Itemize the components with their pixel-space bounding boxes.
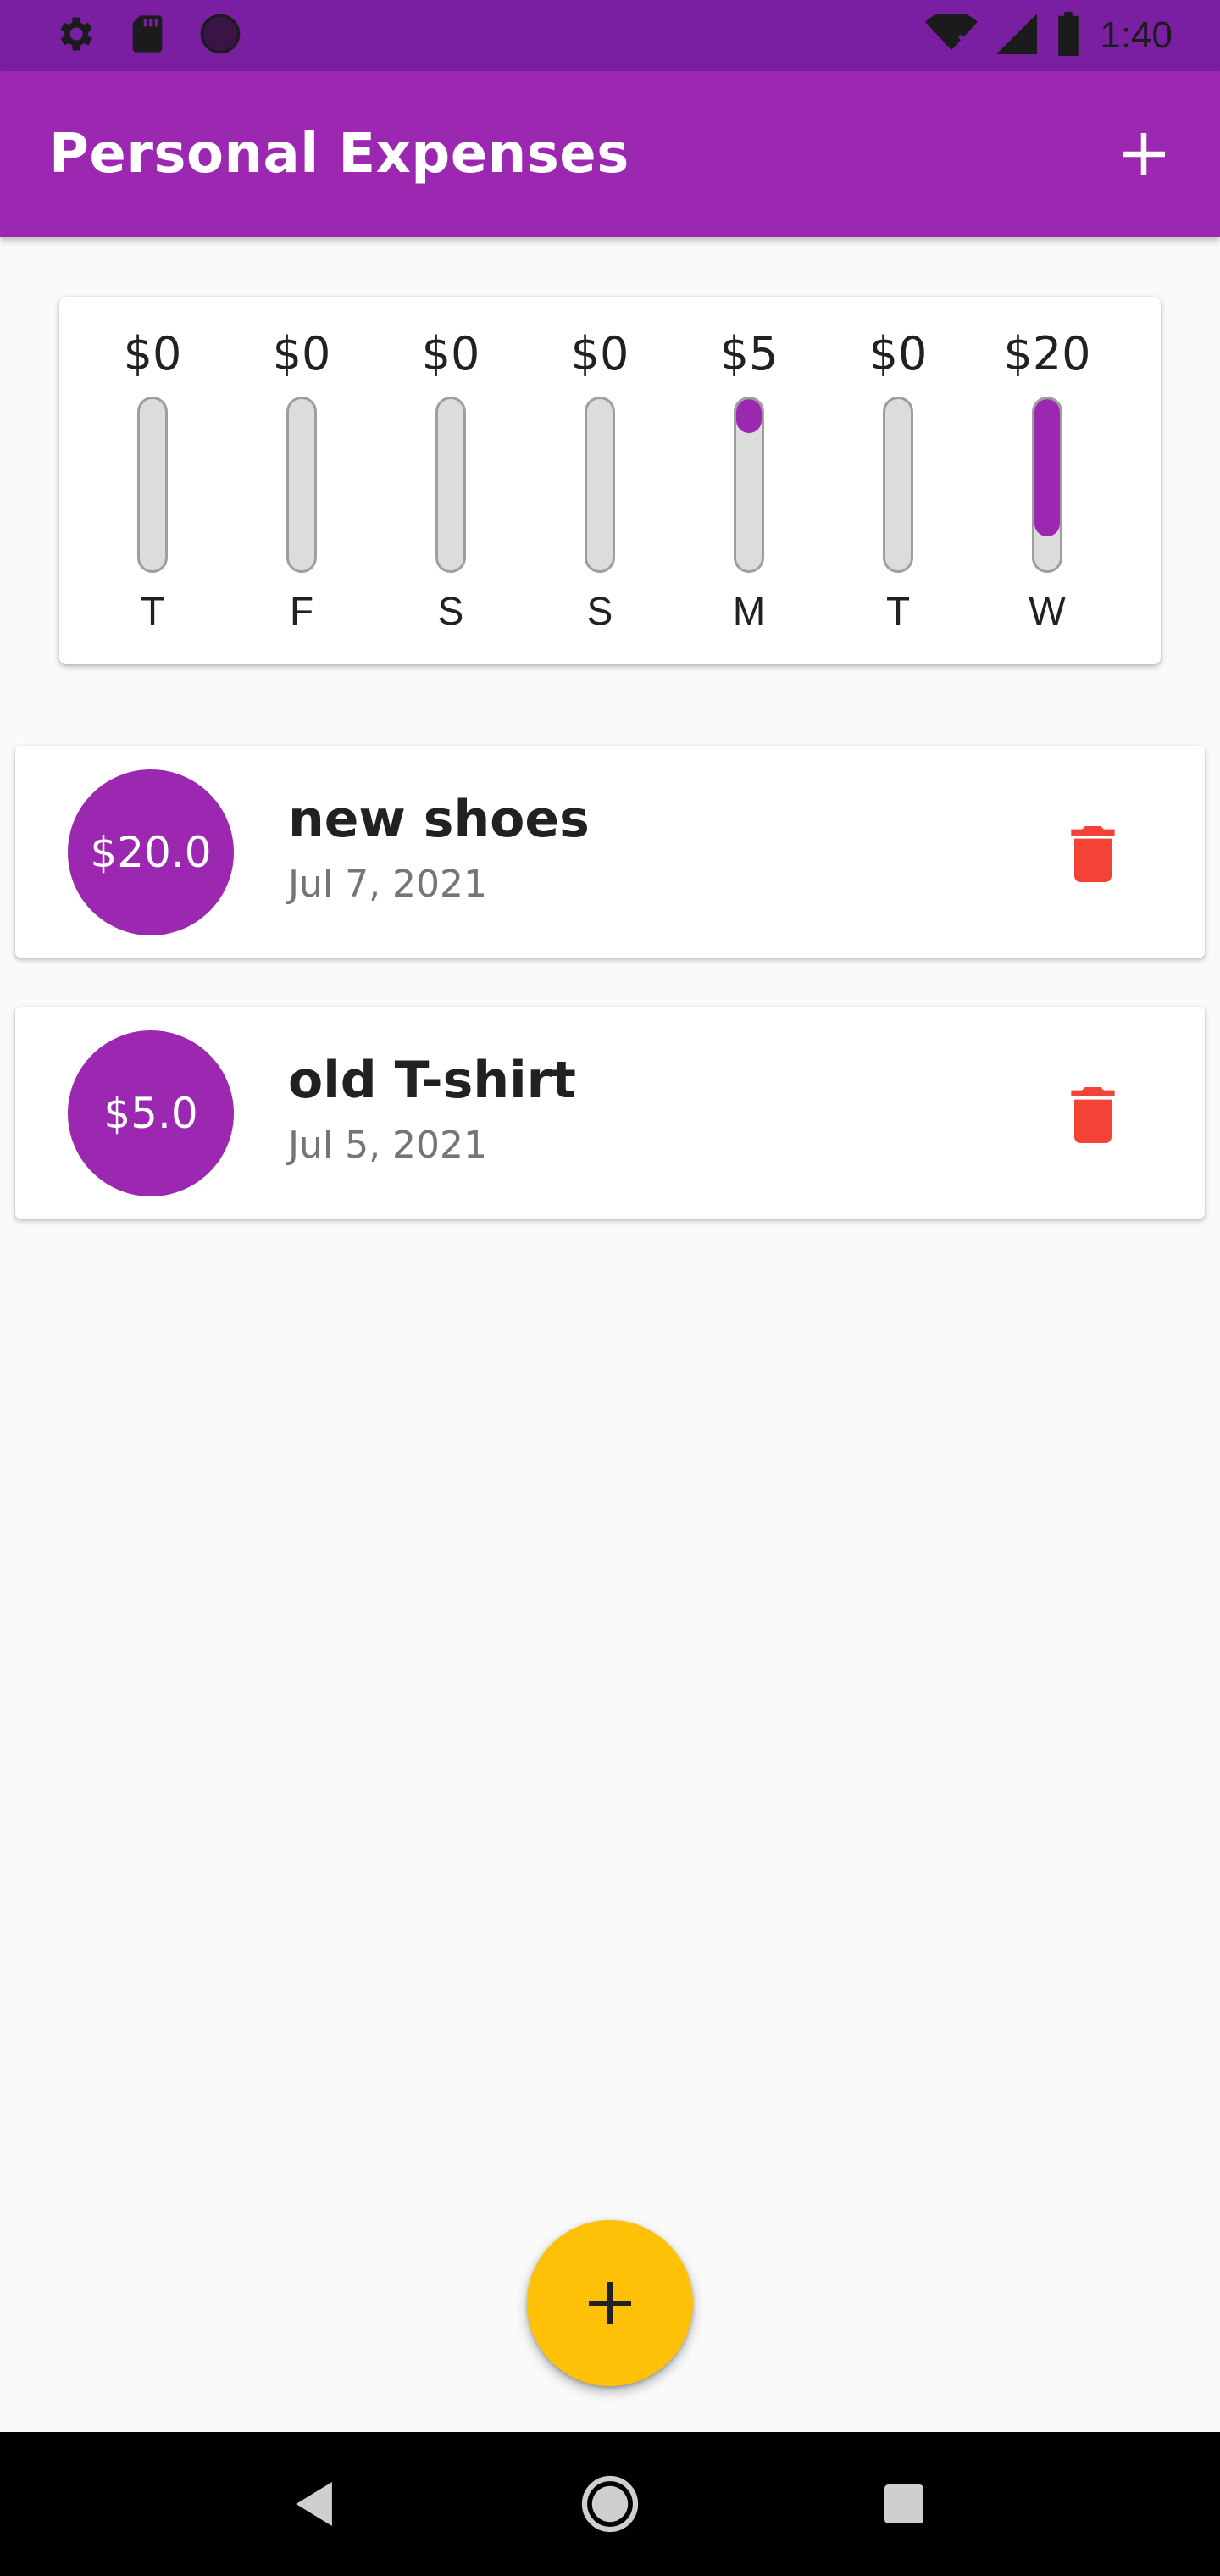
transaction-title: new shoes: [288, 790, 590, 849]
transaction-title: old T-shirt: [288, 1051, 576, 1110]
delete-button[interactable]: [1061, 1083, 1125, 1147]
plus-icon: [1123, 133, 1165, 175]
chart-bar-amount: $0: [570, 327, 629, 380]
signal-icon: [996, 14, 1038, 58]
chart-bar-amount: $0: [272, 327, 331, 380]
fab-add-button[interactable]: [527, 2220, 693, 2386]
circle-icon: [198, 12, 242, 59]
chart-bar-track: [585, 397, 615, 573]
app-bar: Personal Expenses: [0, 71, 1220, 237]
chart-day-label: S: [586, 589, 613, 633]
chart-bar-column: $20 W: [979, 297, 1115, 664]
home-icon: [581, 2475, 639, 2533]
transaction-amount: $20.0: [90, 828, 212, 877]
status-time: 1:40: [1100, 14, 1173, 56]
back-icon: [296, 2482, 333, 2526]
recents-icon: [884, 2484, 923, 2523]
chart-bar-fill: [1034, 399, 1060, 536]
chart-bar-column: $0 F: [234, 297, 369, 664]
trash-icon: [1071, 826, 1115, 882]
sd-card-icon: [129, 12, 166, 59]
chart-bar-column: $5 M: [681, 297, 817, 664]
chart-bar-amount: $0: [421, 327, 480, 380]
plus-icon: [589, 2282, 631, 2324]
chart-bar-fill: [736, 399, 762, 433]
home-button[interactable]: [572, 2466, 648, 2542]
chart-bar-track: [137, 397, 168, 573]
chart-bar-column: $0 S: [532, 297, 668, 664]
page-title: Personal Expenses: [49, 123, 629, 186]
transaction-card: $5.0 old T-shirt Jul 5, 2021: [15, 1007, 1205, 1219]
status-bar: 1:40: [0, 0, 1220, 71]
battery-icon: [1056, 12, 1081, 59]
transaction-card: $20.0 new shoes Jul 7, 2021: [15, 746, 1205, 958]
wifi-icon: [925, 11, 979, 58]
chart-day-label: M: [732, 589, 766, 633]
trash-icon: [1071, 1087, 1115, 1143]
chart-day-label: T: [885, 589, 911, 633]
settings-icon: [53, 12, 97, 59]
status-left-icons: [53, 12, 242, 59]
chart-bar-amount: $20: [1003, 327, 1091, 380]
nav-bar: [0, 2432, 1220, 2576]
chart-bar-track: [734, 397, 764, 573]
chart-bar-column: $0 S: [383, 297, 518, 664]
transaction-date: Jul 7, 2021: [288, 863, 488, 906]
weekly-chart: $0 T $0 F $0 S $0 S $5 M $0 T $20 W: [59, 297, 1161, 664]
chart-day-label: F: [289, 589, 314, 633]
chart-bar-track: [883, 397, 913, 573]
amount-avatar: $20.0: [68, 769, 234, 935]
transaction-amount: $5.0: [103, 1089, 198, 1138]
add-transaction-button[interactable]: [1113, 124, 1174, 185]
chart-bar-amount: $0: [868, 327, 928, 380]
status-right-icons: 1:40: [925, 11, 1173, 59]
chart-bar-column: $0 T: [85, 297, 220, 664]
chart-bar-track: [1032, 397, 1062, 573]
chart-bar-track: [286, 397, 317, 573]
amount-avatar: $5.0: [68, 1030, 234, 1196]
transaction-date: Jul 5, 2021: [288, 1124, 488, 1167]
chart-day-label: S: [437, 589, 464, 633]
back-button[interactable]: [278, 2466, 354, 2542]
delete-button[interactable]: [1061, 822, 1125, 886]
chart-bar-track: [435, 397, 466, 573]
chart-day-label: T: [140, 589, 165, 633]
recents-button[interactable]: [866, 2466, 942, 2542]
chart-day-label: W: [1029, 589, 1066, 633]
chart-bar-amount: $5: [719, 327, 779, 380]
chart-bar-amount: $0: [123, 327, 182, 380]
chart-bar-column: $0 T: [830, 297, 966, 664]
